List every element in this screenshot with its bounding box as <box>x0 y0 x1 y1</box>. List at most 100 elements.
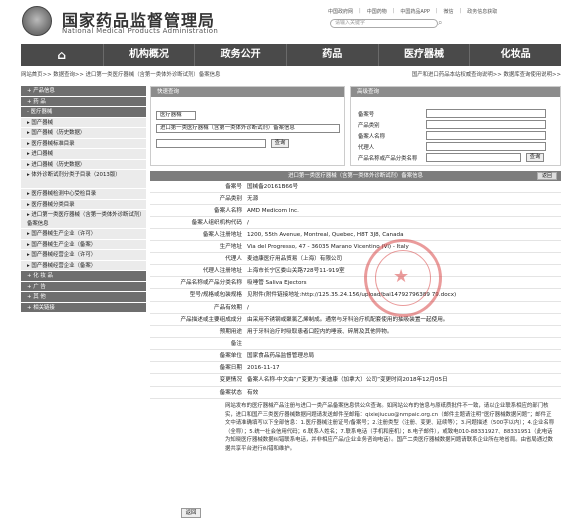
detail-row: 变更情况 备案人名称-中文由“/”变更为“麦迪康（加拿大）公司”变更时间2018年… <box>150 374 561 387</box>
advanced-search-panel: 高级查询 备案号 产品类别 备案人名称 代理人 产品名称或产品分类名称 查询 <box>350 86 561 166</box>
detail-row-label: 代理人 <box>225 256 242 262</box>
nav-item-about[interactable]: 机构概况 <box>104 44 196 66</box>
filer-input[interactable] <box>426 131 546 140</box>
sidebar-item[interactable]: ▸ 国产器械生产企业（许可） <box>21 229 146 240</box>
sidebar-item[interactable]: ▸ 进口器械 <box>21 149 146 160</box>
detail-row-label: 产品描述或主要组成成分 <box>180 317 242 323</box>
detail-row: 产品名称或产品分类名称 吸唾管 Saliva Ejectors <box>150 277 561 289</box>
detail-row: 代理人 麦迪康医疗用品贸易（上海）有限公司 <box>150 253 561 265</box>
toplink-wechat[interactable]: 微信 <box>444 8 454 15</box>
detail-row-value: 麦迪康医疗用品贸易（上海）有限公司 <box>247 256 343 262</box>
sidebar-item[interactable]: ▸ 医疗器械分类目录 <box>21 199 146 210</box>
sidebar-item[interactable]: ▸ 国产器械 <box>21 117 146 128</box>
sidebar-category[interactable]: + 其 他 <box>21 292 146 303</box>
main-nav: ⌂ 机构概况 政务公开 药品 医疗器械 化妆品 <box>21 44 561 66</box>
detail-row-value: 1200, 55th Avenue, Montreal, Quebec, H8T… <box>247 232 404 238</box>
toplink-drug[interactable]: 中国药物 <box>367 8 387 15</box>
detail-row-label: 生产地址 <box>219 244 242 250</box>
nav-item-government[interactable]: 政务公开 <box>195 44 287 66</box>
detail-row: 备案人注册地址 1200, 55th Avenue, Montreal, Queb… <box>150 229 561 241</box>
sidebar-item[interactable]: ▸ 国产器械经营企业（许可） <box>21 250 146 261</box>
field-label-category: 产品类别 <box>358 123 380 129</box>
detail-row-label: 型号/规格或包装规格 <box>189 292 242 298</box>
sidebar-category[interactable]: + 相关链接 <box>21 302 146 313</box>
detail-row-value: 上海市长宁区娄山关路728号11-919室 <box>247 268 345 274</box>
sidebar-item[interactable]: ▸ 进口第一类医疗器械（含第一类体外诊断试剂）备案信息 <box>21 210 146 229</box>
sidebar-item[interactable]: ▸ 医疗器械标准目录 <box>21 138 146 149</box>
quick-search-button[interactable]: 查询 <box>271 139 289 148</box>
category-select[interactable]: 医疗器械 <box>156 111 196 120</box>
sidebar-category[interactable]: - 医疗器械 <box>21 107 146 118</box>
detail-row-label: 备案人注册地址 <box>202 232 242 238</box>
sidebar-category[interactable]: + 广 告 <box>21 281 146 292</box>
toplink-gov[interactable]: 中国政府网 <box>328 8 353 15</box>
record-no-input[interactable] <box>426 109 546 118</box>
detail-row-value: 国家食品药品监督管理总局 <box>247 353 315 359</box>
detail-row-label: 备案人组织机构代码 <box>191 220 242 226</box>
detail-row-value: 吸唾管 Saliva Ejectors <box>247 280 307 286</box>
sidebar-item[interactable]: ▸ 体外诊断试剂分类子目录（2013版） <box>21 170 146 189</box>
home-icon[interactable]: ⌂ <box>21 44 104 66</box>
site-search-input[interactable]: 请输入关键字 <box>330 19 438 28</box>
detail-row-value: 由采用不锈钢或聚氯乙烯制成。通常与牙科治疗机配套使用的抽吸装置一起使用。 <box>247 317 449 323</box>
sidebar-item[interactable]: ▸ 国产器械（历史数据） <box>21 128 146 139</box>
breadcrumb: 网站首页>> 数据查询>> 进口第一类医疗器械（含第一类体外诊断试剂）备案信息 … <box>21 70 561 80</box>
back-button-bottom[interactable]: 返回 <box>181 508 201 518</box>
advanced-search-button[interactable]: 查询 <box>526 153 544 162</box>
detail-row: 备案状态 有效 <box>150 387 561 399</box>
top-links: 中国政府网 | 中国药物 | 中国药品APP | 微信 | 政务信息获取 <box>328 8 498 15</box>
disclaimer-notes: 网站发布的医疗器械产品注册与进口一类产品备案信息供公众查询。如网站公布的信息与原… <box>225 403 555 452</box>
sidebar-category[interactable]: + 药 品 <box>21 96 146 107</box>
detail-row-value <box>245 338 561 349</box>
sidebar-category[interactable]: + 产品信息 <box>21 86 146 97</box>
quick-search-title: 快速查询 <box>151 87 344 97</box>
nav-item-drugs[interactable]: 药品 <box>287 44 379 66</box>
sidebar-item[interactable]: ▸ 国产器械经营企业（备案） <box>21 260 146 271</box>
sidebar-item[interactable]: ▸ 国产器械生产企业（备案） <box>21 239 146 250</box>
detail-row-label: 备案人名称 <box>214 208 242 214</box>
sidebar: + 产品信息 + 药 品- 医疗器械 ▸ 国产器械 ▸ 国产器械（历史数据） ▸ 医疗器… <box>21 86 146 313</box>
detail-row-value: / <box>247 305 249 311</box>
detail-row: 代理人注册地址 上海市长宁区娄山关路728号11-919室 <box>150 265 561 277</box>
breadcrumb-path[interactable]: 网站首页>> 数据查询>> 进口第一类医疗器械（含第一类体外诊断试剂）备案信息 <box>21 72 220 78</box>
detail-row: 产品描述或主要组成成分 由采用不锈钢或聚氯乙烯制成。通常与牙科治疗机配套使用的抽吸… <box>150 314 561 326</box>
detail-row: 备案人名称 AMD Medicom Inc. <box>150 205 561 217</box>
detail-row-label: 备案日期 <box>219 365 242 371</box>
nav-item-devices[interactable]: 医疗器械 <box>379 44 471 66</box>
detail-row-value: / <box>247 220 249 226</box>
detail-row: 备案人组织机构代码 / <box>150 217 561 229</box>
sidebar-item[interactable]: ▸ 医疗器械检测中心受检目录 <box>21 189 146 200</box>
detail-title-text: 进口第一类医疗器械（含第一类体外诊断试剂）备案信息 <box>288 173 423 179</box>
detail-row: 产品类别 无源 <box>150 193 561 205</box>
field-label-agent: 代理人 <box>358 145 375 151</box>
search-icon[interactable]: ⌕ <box>438 18 448 28</box>
detail-row: 备案号 国械备20161B66号 <box>150 181 561 193</box>
product-name-input[interactable] <box>426 153 521 162</box>
detail-row-label: 备案状态 <box>219 390 242 396</box>
detail-row-label: 备案单位 <box>219 353 242 359</box>
field-label-filer: 备案人名称 <box>358 134 385 140</box>
site-subtitle: National Medical Products Administration <box>62 27 219 35</box>
nav-item-cosmetics[interactable]: 化妆品 <box>470 44 561 66</box>
breadcrumb-help-links[interactable]: 国产和进口药品本站权威查询说明>> 数据库查询使用说明>> <box>412 70 561 78</box>
quick-search-input[interactable] <box>156 139 266 148</box>
sidebar-item[interactable]: ▸ 进口器械（历史数据） <box>21 159 146 170</box>
detail-row-value: 国械备20161B66号 <box>247 184 299 190</box>
sidebar-category[interactable]: + 化 妆 品 <box>21 271 146 282</box>
national-emblem-logo <box>22 6 52 36</box>
detail-row-label: 产品名称或产品分类名称 <box>180 280 242 286</box>
toplink-app[interactable]: 中国药品APP <box>400 8 429 15</box>
detail-row-value: 用于牙科治疗时吸取患者口腔内的唾液、碎屑及其他异物。 <box>247 329 393 335</box>
detail-title: 进口第一类医疗器械（含第一类体外诊断试剂）备案信息 返回 <box>150 171 561 181</box>
field-label-product-name: 产品名称或产品分类名称 <box>358 156 418 162</box>
advanced-search-title: 高级查询 <box>351 87 560 97</box>
back-button-top[interactable]: 返回 <box>536 172 557 180</box>
category-input[interactable] <box>426 120 546 129</box>
database-select[interactable]: 进口第一类医疗器械（含第一类体外诊断试剂）备案信息 <box>156 124 340 133</box>
detail-row-value: 见附件(附件链接地址:http://125.35.24.156/upload/b… <box>247 292 457 298</box>
toplink-info[interactable]: 政务信息获取 <box>467 8 497 15</box>
detail-panel: 进口第一类医疗器械（含第一类体外诊断试剂）备案信息 返回 备案号 国械备20161… <box>150 171 561 454</box>
agent-input[interactable] <box>426 142 546 151</box>
detail-row: 备案日期 2016-11-17 <box>150 362 561 374</box>
site-header: 国家药品监督管理局 National Medical Products Admi… <box>0 0 581 42</box>
